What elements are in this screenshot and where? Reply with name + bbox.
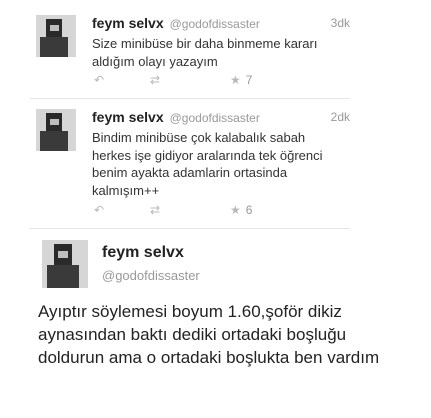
author-name-text: feym selvx [92,109,164,125]
author-handle: @godofdissaster [169,111,260,125]
retweet-icon[interactable]: ⇄ [150,72,160,88]
tweet-text: Bindim minibüse çok kalabalık sabah herk… [92,130,323,198]
reply-icon[interactable]: ↶ [94,72,104,88]
favorite-button[interactable]: ★ 6 [230,202,252,218]
tweet-actions: ↶ ⇄ ★ 6 [92,202,312,218]
favorite-button[interactable]: ★ 7 [230,72,252,88]
tweet-screenshot: feym selvx @godofdissaster 3dk Size minib… [0,0,431,418]
tweet-text: Size minibüse bir daha binmeme kararı al… [92,36,318,69]
expanded-tweet: feym selvx @godofdissaster Ayıptır söyle… [30,232,420,418]
retweet-icon[interactable]: ⇄ [150,202,160,218]
avatar[interactable] [36,15,76,57]
favorite-count: 6 [245,203,253,217]
author-handle[interactable]: @godofdissaster [102,268,200,283]
author-name[interactable]: feym selvx @godofdissaster [92,15,260,31]
reply-icon[interactable]: ↶ [94,202,104,218]
tweet-item[interactable]: feym selvx @godofdissaster 2dk Bindim min… [30,100,350,229]
tweet-time[interactable]: 2dk [331,110,350,124]
star-icon: ★ [230,73,241,87]
tweet-time[interactable]: 3dk [331,16,350,30]
avatar[interactable] [42,240,88,288]
tweet-actions: ↶ ⇄ ★ 7 [92,72,312,88]
tweet-item[interactable]: feym selvx @godofdissaster 3dk Size minib… [30,6,350,99]
author-name[interactable]: feym selvx [102,244,184,262]
tweet-text: Ayıptır söylemesi boyum 1.60,şoför dikiz… [38,302,380,367]
author-name[interactable]: feym selvx @godofdissaster [92,109,260,125]
star-icon: ★ [230,203,241,217]
avatar[interactable] [36,109,76,151]
favorite-count: 7 [245,73,253,87]
author-name-text: feym selvx [92,15,164,31]
author-handle: @godofdissaster [169,17,260,31]
